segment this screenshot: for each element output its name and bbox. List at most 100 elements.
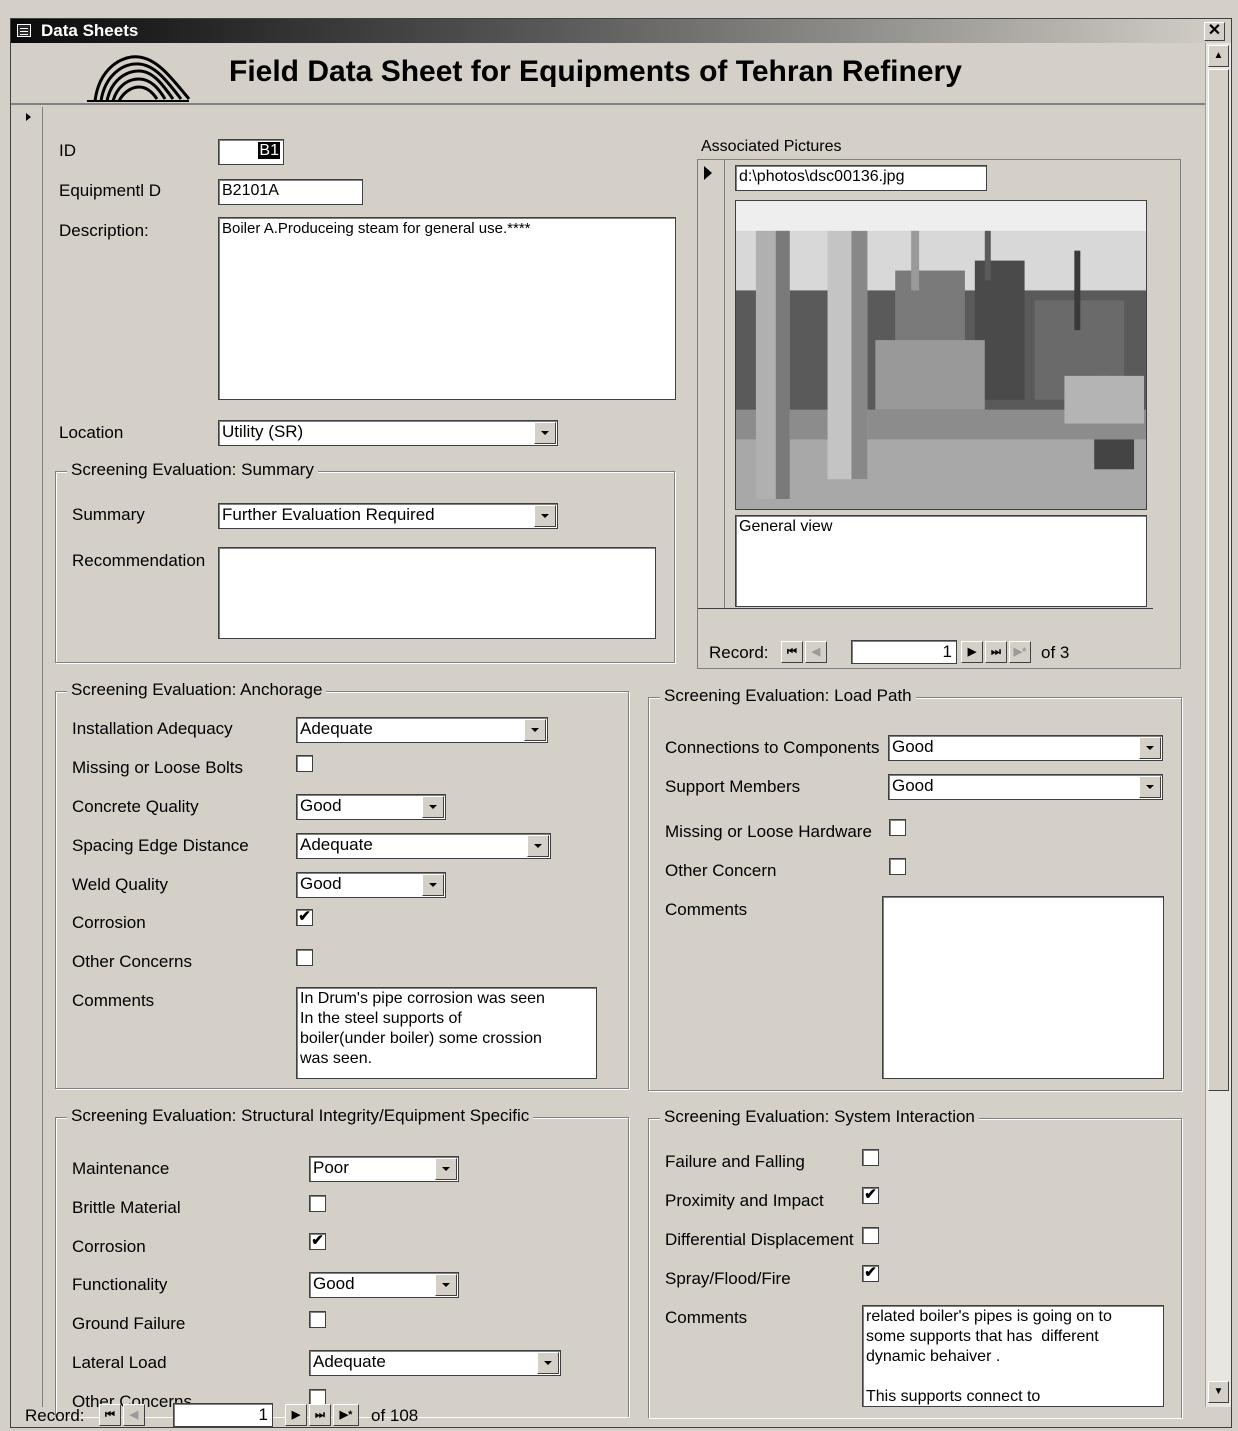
maintenance-combo[interactable]: Poor <box>309 1156 459 1182</box>
picture-caption-field[interactable]: General view <box>735 515 1147 607</box>
anchorage-corrosion-label: Corrosion <box>72 913 146 932</box>
scroll-thumb[interactable] <box>1208 69 1229 1091</box>
lateral-load-combo[interactable]: Adequate <box>309 1350 561 1376</box>
lateral-load-label: Lateral Load <box>72 1353 167 1372</box>
missing-hardware-label: Missing or Loose Hardware <box>665 822 872 841</box>
installation-adequacy-value: Adequate <box>300 719 373 738</box>
chevron-down-icon[interactable] <box>1139 776 1161 798</box>
load-path-other-concern-checkbox[interactable] <box>889 858 906 875</box>
connections-value: Good <box>892 737 934 756</box>
summary-group-title: Screening Evaluation: Summary <box>67 460 318 480</box>
last-record-button[interactable]: ⏭ <box>309 1404 331 1426</box>
structural-group-title: Screening Evaluation: Structural Integri… <box>67 1106 534 1126</box>
missing-hardware-checkbox[interactable] <box>889 819 906 836</box>
brittle-material-checkbox[interactable] <box>309 1195 326 1212</box>
id-field[interactable]: B1 <box>218 139 284 165</box>
location-label: Location <box>59 423 124 442</box>
summary-combo[interactable]: Further Evaluation Required <box>218 503 558 529</box>
proximity-impact-label: Proximity and Impact <box>665 1191 824 1210</box>
description-field[interactable]: Boiler A.Produceing steam for general us… <box>218 217 676 400</box>
equipment-id-label: Equipmentl D <box>59 181 162 200</box>
title-bar: Data Sheets ✕ <box>11 19 1231 43</box>
anchorage-comments-field[interactable]: In Drum's pipe corrosion was seen In the… <box>296 987 597 1079</box>
connections-combo[interactable]: Good <box>888 735 1163 761</box>
system-interaction-comments-field[interactable]: related boiler's pipes is going on to so… <box>862 1305 1164 1407</box>
previous-record-button[interactable]: ◀ <box>123 1404 145 1426</box>
support-members-label: Support Members <box>665 777 801 796</box>
current-record-icon <box>26 113 31 121</box>
concrete-quality-combo[interactable]: Good <box>296 794 446 820</box>
pictures-record-count: of 3 <box>1041 643 1070 662</box>
associated-pictures-label: Associated Pictures <box>701 138 842 155</box>
functionality-combo[interactable]: Good <box>309 1272 459 1298</box>
chevron-down-icon[interactable] <box>422 796 444 818</box>
id-value: B1 <box>258 142 280 159</box>
system-interaction-comments-label: Comments <box>665 1308 748 1327</box>
pictures-current-record[interactable]: 1 <box>851 640 957 664</box>
weld-quality-label: Weld Quality <box>72 875 169 894</box>
previous-record-button[interactable]: ◀ <box>805 641 827 663</box>
picture-path-field[interactable]: d:\photos\dsc00136.jpg <box>735 165 987 191</box>
missing-bolts-checkbox[interactable] <box>296 755 313 772</box>
anchorage-other-concerns-label: Other Concerns <box>72 952 192 971</box>
proximity-impact-checkbox[interactable]: ✔ <box>862 1187 879 1204</box>
anchorage-corrosion-checkbox[interactable]: ✔ <box>296 909 313 926</box>
installation-adequacy-combo[interactable]: Adequate <box>296 717 548 743</box>
next-record-button[interactable]: ▶ <box>961 641 983 663</box>
chevron-down-icon[interactable] <box>1139 737 1161 759</box>
chevron-down-icon[interactable] <box>524 719 546 741</box>
structural-corrosion-label: Corrosion <box>72 1237 146 1256</box>
new-record-button[interactable]: ▶* <box>333 1404 359 1426</box>
close-button[interactable]: ✕ <box>1204 22 1225 41</box>
new-record-button[interactable]: ▶* <box>1009 641 1031 663</box>
failure-falling-checkbox[interactable] <box>862 1149 879 1166</box>
form-icon <box>17 24 31 37</box>
support-members-combo[interactable]: Good <box>888 774 1163 800</box>
maintenance-label: Maintenance <box>72 1159 170 1178</box>
load-path-other-concern-label: Other Concern <box>665 861 777 880</box>
chevron-down-icon[interactable] <box>534 505 556 527</box>
location-combo[interactable]: Utility (SR) <box>218 420 558 446</box>
record-selector[interactable] <box>17 107 43 1407</box>
recommendation-field[interactable] <box>218 547 656 639</box>
data-sheets-window: Data Sheets ✕ Field Data Sheet for Equip… <box>10 18 1232 1428</box>
form-header: Field Data Sheet for Equipments of Tehra… <box>11 43 1205 105</box>
scroll-down-button[interactable]: ▼ <box>1208 1381 1229 1403</box>
chevron-down-icon[interactable] <box>435 1274 457 1296</box>
anchorage-group-title: Screening Evaluation: Anchorage <box>67 680 327 700</box>
support-members-value: Good <box>892 776 934 795</box>
recommendation-label: Recommendation <box>72 551 206 570</box>
spacing-edge-combo[interactable]: Adequate <box>296 833 551 859</box>
functionality-label: Functionality <box>72 1275 168 1294</box>
first-record-button[interactable]: ⏮ <box>781 641 803 663</box>
anchorage-other-concerns-checkbox[interactable] <box>296 949 313 966</box>
equipment-id-field[interactable]: B2101A <box>218 179 363 205</box>
last-record-button[interactable]: ⏭ <box>985 641 1007 663</box>
ground-failure-checkbox[interactable] <box>309 1311 326 1328</box>
weld-quality-value: Good <box>300 874 342 893</box>
next-record-button[interactable]: ▶ <box>285 1404 307 1426</box>
chevron-down-icon[interactable] <box>537 1352 559 1374</box>
id-label: ID <box>59 141 76 160</box>
spray-flood-fire-checkbox[interactable]: ✔ <box>862 1265 879 1282</box>
weld-quality-combo[interactable]: Good <box>296 872 446 898</box>
load-path-comments-field[interactable] <box>882 896 1164 1079</box>
main-record-nav: Record: ⏮ ◀ 1 ▶ ⏭ ▶* of 108 <box>25 1403 1205 1427</box>
chevron-down-icon[interactable] <box>534 422 556 444</box>
chevron-down-icon[interactable] <box>435 1158 457 1180</box>
chevron-down-icon[interactable] <box>422 874 444 896</box>
scroll-up-button[interactable]: ▲ <box>1208 45 1229 67</box>
refinery-photo <box>735 200 1147 510</box>
missing-bolts-label: Missing or Loose Bolts <box>72 758 244 777</box>
current-record-field[interactable]: 1 <box>173 1403 273 1427</box>
location-value: Utility (SR) <box>222 422 304 441</box>
description-label: Description: <box>59 221 149 240</box>
load-path-group-title: Screening Evaluation: Load Path <box>660 686 916 706</box>
structural-corrosion-checkbox[interactable]: ✔ <box>309 1233 326 1250</box>
vertical-scrollbar[interactable]: ▲ ▼ <box>1205 43 1231 1407</box>
first-record-button[interactable]: ⏮ <box>99 1404 121 1426</box>
chevron-down-icon[interactable] <box>527 835 549 857</box>
current-record-icon <box>704 166 712 180</box>
differential-displacement-checkbox[interactable] <box>862 1227 879 1244</box>
brittle-material-label: Brittle Material <box>72 1198 181 1217</box>
